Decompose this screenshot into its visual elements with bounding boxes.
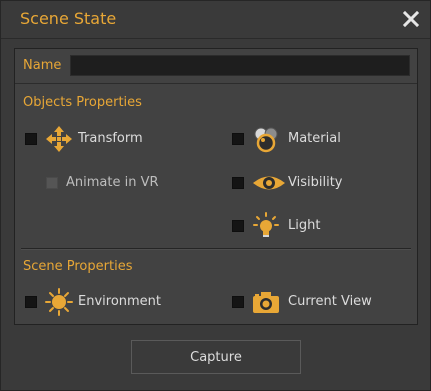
camera-icon bbox=[252, 288, 280, 316]
animate-in-vr-option: Animate in VR bbox=[46, 173, 196, 195]
sun-icon bbox=[45, 288, 73, 316]
current-view-option[interactable]: Current View bbox=[232, 292, 402, 314]
eye-icon bbox=[252, 169, 286, 197]
transform-label: Transform bbox=[78, 131, 143, 146]
animate-in-vr-label: Animate in VR bbox=[66, 175, 159, 190]
material-option[interactable]: Material bbox=[232, 127, 382, 153]
current-view-label: Current View bbox=[288, 294, 372, 309]
environment-label: Environment bbox=[78, 294, 162, 309]
visibility-label: Visibility bbox=[288, 175, 343, 190]
transform-option[interactable]: Transform bbox=[25, 126, 195, 152]
animate-in-vr-checkbox bbox=[46, 177, 58, 189]
current-view-checkbox[interactable] bbox=[232, 296, 244, 308]
capture-button[interactable]: Capture bbox=[131, 340, 301, 374]
properties-panel: Name Objects Properties Transform Animat… bbox=[14, 48, 418, 325]
name-label: Name bbox=[23, 58, 62, 73]
objects-properties-title: Objects Properties bbox=[23, 95, 142, 110]
light-bulb-icon bbox=[252, 212, 280, 240]
environment-checkbox[interactable] bbox=[25, 296, 37, 308]
scene-state-dialog: Scene State Name Objects Properties Tran… bbox=[0, 0, 431, 391]
name-input[interactable] bbox=[70, 55, 410, 76]
section-divider bbox=[21, 248, 411, 250]
material-checkbox[interactable] bbox=[232, 133, 244, 145]
material-label: Material bbox=[288, 131, 341, 146]
transform-checkbox[interactable] bbox=[25, 133, 37, 145]
visibility-checkbox[interactable] bbox=[232, 177, 244, 189]
light-label: Light bbox=[288, 218, 321, 233]
light-option[interactable]: Light bbox=[232, 212, 382, 238]
transform-arrows-icon bbox=[45, 125, 73, 153]
name-row: Name bbox=[15, 49, 417, 84]
close-icon[interactable] bbox=[402, 10, 420, 28]
dialog-title: Scene State bbox=[20, 9, 117, 28]
environment-option[interactable]: Environment bbox=[25, 288, 195, 316]
light-checkbox[interactable] bbox=[232, 220, 244, 232]
scene-properties-title: Scene Properties bbox=[23, 259, 133, 274]
material-spheres-icon bbox=[252, 125, 280, 153]
visibility-option[interactable]: Visibility bbox=[232, 173, 382, 195]
dialog-titlebar: Scene State bbox=[1, 1, 430, 39]
